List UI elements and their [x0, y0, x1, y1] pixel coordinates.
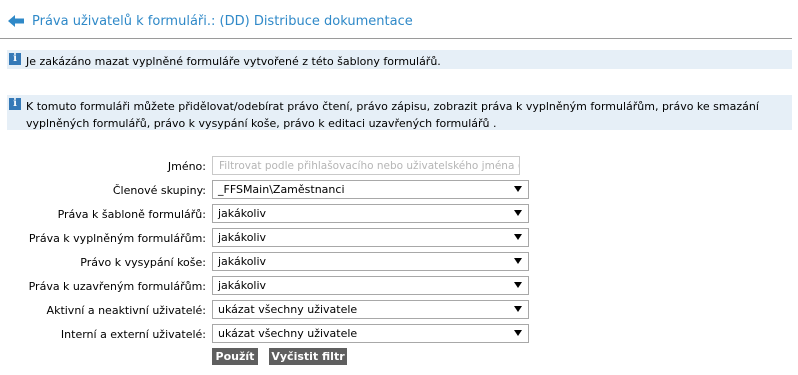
trash-right-value: jakákoliv — [218, 255, 267, 268]
filled-rights-value: jakákoliv — [218, 231, 267, 244]
filter-row-closed-rights: Práva k uzavřeným formulářům: jakákoliv — [0, 276, 798, 296]
dropdown-arrow-icon — [514, 234, 522, 240]
name-filter-input[interactable]: Filtrovat podle přihlašovacího nebo uživ… — [212, 156, 520, 175]
name-label: Jméno: — [167, 160, 206, 173]
active-users-value: ukázat všechny uživatele — [218, 303, 358, 316]
apply-button[interactable]: Použít — [212, 348, 258, 365]
dropdown-arrow-icon — [514, 210, 522, 216]
arrow-left-icon[interactable] — [8, 15, 24, 27]
trash-right-select[interactable]: jakákoliv — [212, 252, 529, 271]
groups-select[interactable]: _FFSMain\Zaměstnanci — [212, 180, 529, 199]
filled-rights-select[interactable]: jakákoliv — [212, 228, 529, 247]
active-users-select[interactable]: ukázat všechny uživatele — [212, 300, 529, 319]
filter-row-name: Jméno: Filtrovat podle přihlašovacího ne… — [0, 156, 798, 176]
dropdown-arrow-icon — [514, 306, 522, 312]
trash-right-label: Právo k vysypání koše: — [80, 256, 206, 269]
dropdown-arrow-icon — [514, 186, 522, 192]
info-icon: i — [9, 53, 21, 65]
notice-line-1: K tomuto formuláři můžete přidělovat/ode… — [26, 100, 759, 113]
template-rights-select[interactable]: jakákoliv — [212, 204, 529, 223]
filter-row-template-rights: Práva k šabloně formulářů: jakákoliv — [0, 204, 798, 224]
filter-row-internal-users: Interní a externí uživatelé: ukázat všec… — [0, 324, 798, 344]
internal-users-select[interactable]: ukázat všechny uživatele — [212, 324, 529, 343]
filter-row-filled-rights: Práva k vyplněným formulářům: jakákoliv — [0, 228, 798, 248]
groups-label: Členové skupiny: — [112, 184, 206, 197]
notice-text: K tomuto formuláři můžete přidělovat/ode… — [26, 98, 759, 132]
notice-line-2: vyplněných formulářů, právo k vysypání k… — [26, 117, 497, 130]
filter-row-trash-right: Právo k vysypání koše: jakákoliv — [0, 252, 798, 272]
closed-rights-select[interactable]: jakákoliv — [212, 276, 529, 295]
dropdown-arrow-icon — [514, 258, 522, 264]
internal-users-value: ukázat všechny uživatele — [218, 327, 358, 340]
internal-users-label: Interní a externí uživatelé: — [60, 328, 206, 341]
filled-rights-label: Práva k vyplněným formulářům: — [28, 232, 206, 245]
template-rights-label: Práva k šabloně formulářů: — [57, 208, 206, 221]
page-title: Práva uživatelů k formuláři.: (DD) Distr… — [32, 14, 413, 29]
notice-text: Je zakázáno mazat vyplněné formuláře vyt… — [26, 55, 441, 68]
notice-delete-forbidden: i Je zakázáno mazat vyplněné formuláře v… — [7, 50, 792, 69]
notice-rights-info: i K tomuto formuláři můžete přidělovat/o… — [7, 95, 792, 130]
dropdown-arrow-icon — [514, 282, 522, 288]
dropdown-arrow-icon — [514, 330, 522, 336]
template-rights-value: jakákoliv — [218, 207, 267, 220]
groups-select-value: _FFSMain\Zaměstnanci — [218, 183, 345, 196]
filter-row-groups: Členové skupiny: _FFSMain\Zaměstnanci — [0, 180, 798, 200]
active-users-label: Aktivní a neaktivní uživatelé: — [46, 304, 206, 317]
closed-rights-label: Práva k uzavřeným formulářům: — [28, 280, 206, 293]
closed-rights-value: jakákoliv — [218, 279, 267, 292]
clear-filter-button[interactable]: Vyčistit filtr — [269, 348, 347, 365]
page-header: Práva uživatelů k formuláři.: (DD) Distr… — [0, 0, 792, 39]
info-icon: i — [9, 98, 21, 110]
filter-row-active-users: Aktivní a neaktivní uživatelé: ukázat vš… — [0, 300, 798, 320]
